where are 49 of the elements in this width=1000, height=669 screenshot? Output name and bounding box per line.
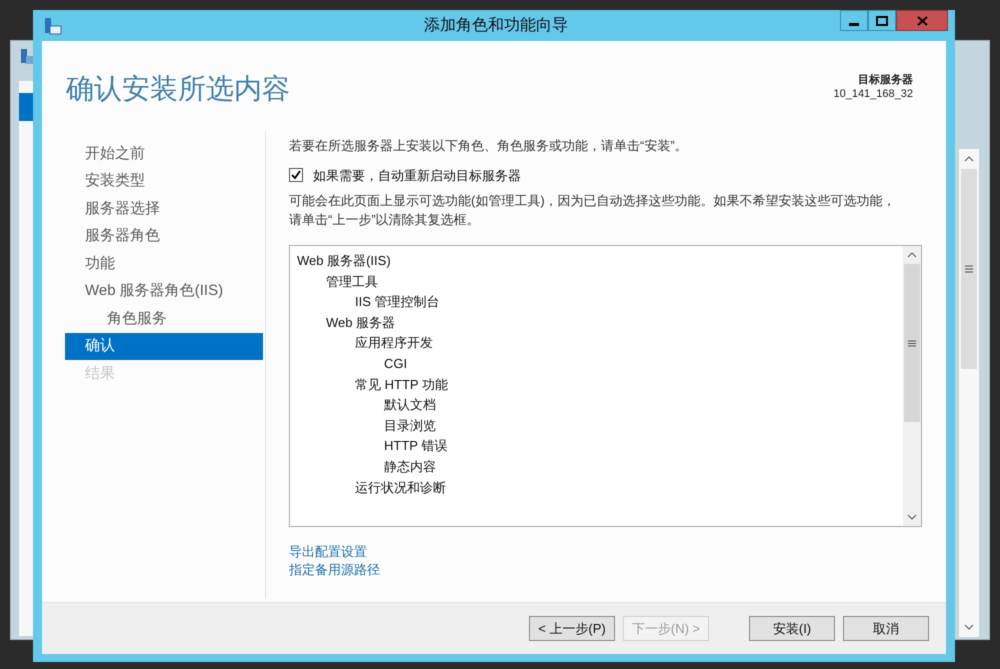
window-title: 添加角色和功能向导 <box>423 16 569 36</box>
link[interactable]: 指定备用源路径 <box>289 561 380 579</box>
sidebar-item[interactable]: 服务器选择 <box>65 195 263 222</box>
sidebar-item[interactable]: 安装类型 <box>65 168 263 195</box>
target-server-value: 10_141_168_32 <box>833 87 913 101</box>
feature-item: Web 服务器(IIS) <box>297 252 392 270</box>
feature-item: 静态内容 <box>383 458 437 476</box>
close-icon <box>916 16 928 26</box>
scrollbar-thumb[interactable] <box>904 264 920 422</box>
scrollbar[interactable] <box>959 149 979 637</box>
feature-item: 目录浏览 <box>383 416 437 435</box>
sidebar-item[interactable]: 确认 <box>65 332 263 360</box>
scrollbar-thumb[interactable] <box>961 169 977 369</box>
feature-item: Web 服务器 <box>325 314 396 332</box>
sidebar-item[interactable]: 开始之前 <box>65 140 263 168</box>
feature-item: 常见 HTTP 功能 <box>354 376 449 394</box>
page-title: 确认安装所选内容 <box>66 72 290 106</box>
sidebar-item[interactable]: Web 服务器角色(IIS) <box>65 278 263 305</box>
checkmark-icon <box>291 170 301 180</box>
feature-item: 应用程序开发 <box>354 334 434 352</box>
link[interactable]: 导出配置设置 <box>289 543 367 561</box>
feature-item: 管理工具 <box>325 272 379 291</box>
sidebar-item[interactable]: 功能 <box>65 250 263 278</box>
grip-icon <box>908 340 916 346</box>
close-button[interactable] <box>896 10 948 31</box>
maximize-button[interactable] <box>868 10 896 31</box>
note-text: 可能会在此页面上显示可选功能(如管理工具)，因为已自动选择这些功能。如果不希望安装这些可选功能，请单击“上一步”以清除其复选框。 <box>289 192 897 229</box>
minimize-icon <box>849 22 859 26</box>
feature-item: CGI <box>383 354 408 373</box>
wizard-button[interactable]: 取消 <box>843 616 929 641</box>
restart-checkbox[interactable] <box>289 168 303 182</box>
scroll-up-icon[interactable] <box>907 250 917 260</box>
feature-item: HTTP 错误 <box>383 437 448 456</box>
target-server-label: 目标服务器 <box>858 73 913 87</box>
intro-text: 若要在所选服务器上安装以下角色、角色服务或功能，请单击“安装”。 <box>289 137 689 155</box>
feature-item: 运行状况和诊断 <box>354 478 447 497</box>
minimize-button[interactable] <box>840 10 868 31</box>
wizard-icon <box>44 17 62 35</box>
scrollbar[interactable] <box>903 246 921 526</box>
feature-item: 默认文档 <box>383 396 437 414</box>
wizard-button[interactable]: 安装(I) <box>749 616 835 641</box>
grip-icon <box>965 265 973 273</box>
wizard-button[interactable]: < 上一步(P) <box>529 616 615 641</box>
sidebar-item[interactable]: 角色服务 <box>65 305 263 332</box>
sidebar-item[interactable]: 服务器角色 <box>65 222 263 250</box>
maximize-icon <box>876 16 888 26</box>
scroll-down-icon[interactable] <box>907 512 917 522</box>
feature-item: IIS 管理控制台 <box>354 293 441 312</box>
restart-option-label: 如果需要，自动重新启动目标服务器 <box>313 166 521 184</box>
